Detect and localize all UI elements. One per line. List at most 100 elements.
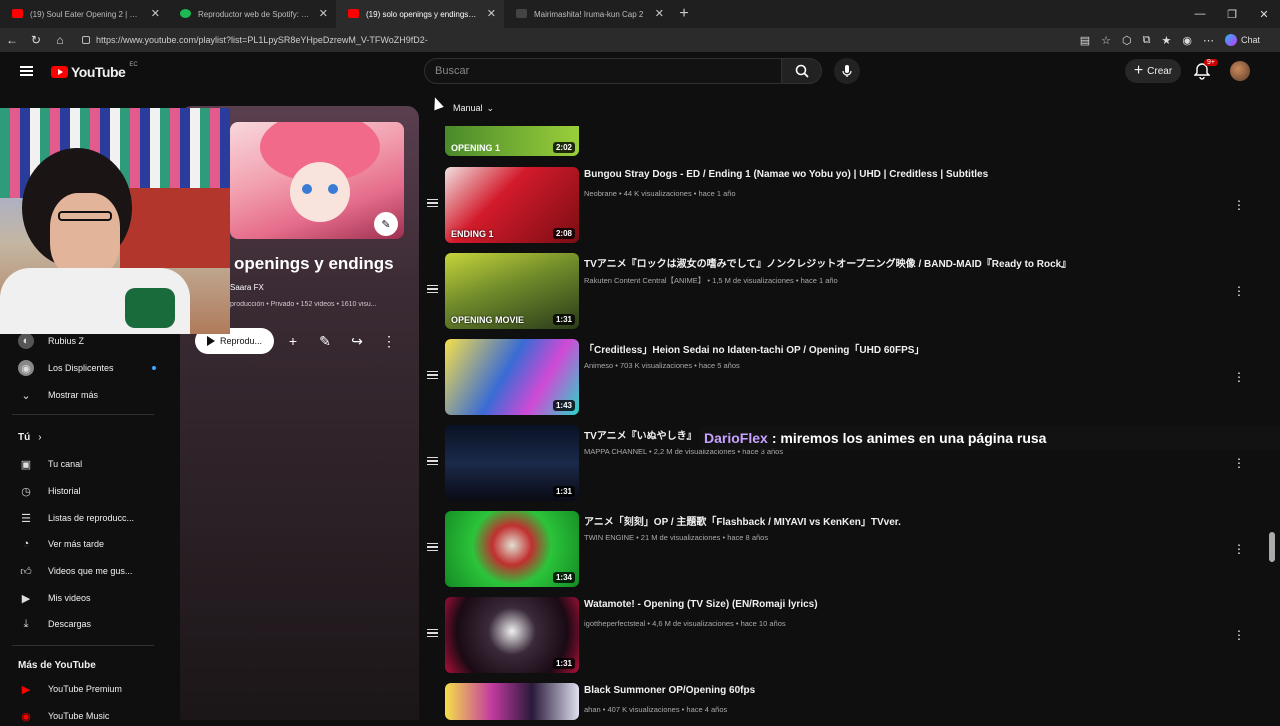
video-title[interactable]: TVアニメ『ロックは淑女の嗜みでして』ノンクレジットオープニング映像 / BAN… bbox=[584, 255, 1224, 270]
sidebar-item-downloads[interactable]: ⤓ Descargas bbox=[18, 614, 178, 634]
video-thumbnail[interactable]: 1:31 bbox=[445, 425, 579, 501]
search-button[interactable] bbox=[781, 58, 822, 84]
share-icon[interactable]: ↪ bbox=[345, 329, 369, 353]
reader-icon[interactable]: ▤ bbox=[1080, 34, 1090, 47]
video-title[interactable]: Watamote! - Opening (TV Size) (EN/Romaji… bbox=[584, 599, 1224, 610]
minimize-icon[interactable]: — bbox=[1184, 0, 1216, 28]
drag-handle-icon[interactable] bbox=[427, 285, 438, 293]
drag-handle-icon[interactable] bbox=[427, 457, 438, 465]
new-tab-button[interactable]: + bbox=[672, 5, 696, 23]
playlist-video-row[interactable]: OPENING MOVIE 1:31 TVアニメ『ロックは淑女の嗜みでして』ノンク… bbox=[420, 253, 1270, 337]
playlist-video-row[interactable]: 1:31 Watamote! - Opening (TV Size) (EN/R… bbox=[420, 597, 1270, 681]
close-tab-icon[interactable]: ✕ bbox=[487, 7, 496, 20]
edit-cover-icon[interactable]: ✎ bbox=[374, 212, 398, 236]
sidebar-item-show-more[interactable]: ⌄ Mostrar más bbox=[18, 385, 178, 405]
playlist-video-row[interactable]: Black Summoner OP/Opening 60fps ahan • 4… bbox=[420, 683, 1270, 720]
video-meta: igottheperfectsteal • 4,6 M de visualiza… bbox=[584, 619, 786, 628]
sidebar-item-playlists[interactable]: ☰ Listas de reproducc... bbox=[18, 508, 178, 528]
tab-title: (19) Soul Eater Opening 2 | Paper bbox=[30, 9, 142, 19]
browser-tab[interactable]: Mairimashita! Iruma-kun Cap 2 ✕ bbox=[504, 0, 672, 28]
youtube-favicon-icon bbox=[12, 9, 23, 18]
sidebar-item-history[interactable]: ◷ Historial bbox=[18, 481, 178, 501]
video-thumbnail[interactable]: OPENING MOVIE 1:31 bbox=[445, 253, 579, 329]
scrollbar-thumb[interactable] bbox=[1269, 532, 1275, 562]
reload-icon[interactable]: ↻ bbox=[24, 33, 48, 47]
home-icon[interactable]: ⌂ bbox=[48, 33, 72, 47]
url-text: https://www.youtube.com/playlist?list=PL… bbox=[96, 35, 428, 45]
webcam-person-glasses bbox=[58, 211, 112, 221]
video-thumbnail[interactable]: 1:43 bbox=[445, 339, 579, 415]
favorite-star-icon[interactable]: ☆ bbox=[1101, 34, 1111, 47]
drag-handle-icon[interactable] bbox=[427, 371, 438, 379]
youtube-favicon-icon bbox=[348, 9, 359, 18]
sidebar-divider bbox=[12, 414, 154, 415]
browser-tab[interactable]: (19) Soul Eater Opening 2 | Paper ✕ bbox=[0, 0, 168, 28]
more-menu-icon[interactable]: ⋯ bbox=[1203, 34, 1214, 47]
cover-art-eye bbox=[328, 184, 338, 194]
sidebar-item-subscription[interactable]: ◐ Rubius Z bbox=[18, 331, 178, 351]
more-options-icon[interactable]: ⋮ bbox=[1233, 369, 1245, 385]
video-title[interactable]: Black Summoner OP/Opening 60fps bbox=[584, 685, 1224, 696]
favorites-icon[interactable]: ★ bbox=[1162, 34, 1172, 47]
video-thumbnail[interactable]: ENDING 1 2:08 bbox=[445, 167, 579, 243]
drag-handle-icon[interactable] bbox=[427, 199, 438, 207]
webcam-sofa bbox=[120, 188, 230, 268]
close-tab-icon[interactable]: ✕ bbox=[151, 7, 160, 20]
notifications-button[interactable]: 9+ bbox=[1193, 59, 1218, 82]
sidebar-item-your-channel[interactable]: ▣ Tu canal bbox=[18, 454, 178, 474]
more-options-icon[interactable]: ⋮ bbox=[1233, 197, 1245, 213]
create-button[interactable]: + Crear bbox=[1125, 59, 1181, 83]
add-to-icon[interactable]: + bbox=[281, 329, 305, 353]
browser-tab-active[interactable]: (19) solo openings y endings - Yo ✕ bbox=[336, 0, 504, 28]
more-options-icon[interactable]: ⋮ bbox=[377, 329, 401, 353]
profile-extension-icon[interactable]: ◉ bbox=[1182, 34, 1192, 47]
more-options-icon[interactable]: ⋮ bbox=[1233, 455, 1245, 471]
create-label: Crear bbox=[1147, 65, 1173, 77]
playlist-video-row[interactable]: ENDING 1 2:08 Bungou Stray Dogs - ED / En… bbox=[420, 167, 1270, 251]
voice-search-button[interactable] bbox=[834, 58, 860, 84]
drag-handle-icon[interactable] bbox=[427, 543, 438, 551]
video-thumbnail-partial[interactable]: OPENING 1 2:02 bbox=[445, 126, 579, 156]
video-title[interactable]: Bungou Stray Dogs - ED / Ending 1 (Namae… bbox=[584, 169, 1224, 180]
video-thumbnail[interactable]: 1:31 bbox=[445, 597, 579, 673]
sidebar-item-liked-videos[interactable]: 👍︎ Videos que me gus... bbox=[18, 561, 178, 581]
playlist-video-row[interactable]: 1:34 アニメ「刻刻」OP / 主題歌「Flashback / MIYAVI … bbox=[420, 511, 1270, 595]
sidebar-item-youtube-music[interactable]: ◉ YouTube Music bbox=[18, 706, 178, 726]
sidebar-item-watch-later[interactable]: ◔ Ver más tarde bbox=[18, 534, 178, 554]
chevron-down-icon: ⌄ bbox=[486, 102, 495, 113]
close-tab-icon[interactable]: ✕ bbox=[319, 7, 328, 20]
back-icon[interactable]: ← bbox=[0, 33, 24, 47]
sidebar-item-my-videos[interactable]: ▶ Mis videos bbox=[18, 588, 178, 608]
search-input[interactable]: Buscar bbox=[424, 58, 782, 84]
browser-extensions: ▤ ☆ ⬡ ⧉ ★ ◉ ⋯ Chat bbox=[1080, 28, 1280, 52]
avatar[interactable] bbox=[1230, 61, 1250, 81]
maximize-icon[interactable]: ❐ bbox=[1216, 0, 1248, 28]
sort-dropdown[interactable]: Manual ⌄ bbox=[448, 98, 502, 118]
sidebar-you-heading[interactable]: Tú › bbox=[18, 432, 42, 443]
sidebar-item-youtube-premium[interactable]: ▶ YouTube Premium bbox=[18, 679, 178, 699]
drag-handle-icon[interactable] bbox=[427, 629, 438, 637]
new-content-dot bbox=[152, 366, 156, 370]
video-title[interactable]: 「Creditless」Heion Sedai no Idaten-tachi … bbox=[584, 341, 1224, 356]
more-options-icon[interactable]: ⋮ bbox=[1233, 627, 1245, 643]
browser-tab[interactable]: Reproductor web de Spotify: mús ✕ bbox=[168, 0, 336, 28]
more-options-icon[interactable]: ⋮ bbox=[1233, 541, 1245, 557]
playlist-owner[interactable]: Saara FX bbox=[230, 283, 264, 292]
collections-icon[interactable]: ⧉ bbox=[1143, 34, 1151, 47]
sidebar-item-label: Rubius Z bbox=[48, 336, 85, 346]
close-window-icon[interactable]: ✕ bbox=[1248, 0, 1280, 28]
hamburger-menu-icon[interactable] bbox=[20, 66, 33, 76]
channel-icon: ▣ bbox=[20, 458, 32, 471]
video-thumbnail[interactable] bbox=[445, 683, 579, 720]
playlist-video-row[interactable]: 1:43 「Creditless」Heion Sedai no Idaten-t… bbox=[420, 339, 1270, 423]
copilot-chat-button[interactable]: Chat bbox=[1224, 34, 1260, 46]
url-field[interactable]: https://www.youtube.com/playlist?list=PL… bbox=[78, 31, 1078, 49]
extension-icon[interactable]: ⬡ bbox=[1122, 34, 1132, 47]
video-title[interactable]: アニメ「刻刻」OP / 主題歌「Flashback / MIYAVI vs Ke… bbox=[584, 513, 1224, 528]
close-tab-icon[interactable]: ✕ bbox=[655, 7, 664, 20]
sidebar-item-subscription[interactable]: ◉ Los Displicentes bbox=[18, 358, 178, 378]
more-options-icon[interactable]: ⋮ bbox=[1233, 283, 1245, 299]
video-thumbnail[interactable]: 1:34 bbox=[445, 511, 579, 587]
edit-icon[interactable]: ✎ bbox=[313, 329, 337, 353]
youtube-logo[interactable]: YouTube EC bbox=[51, 62, 138, 80]
